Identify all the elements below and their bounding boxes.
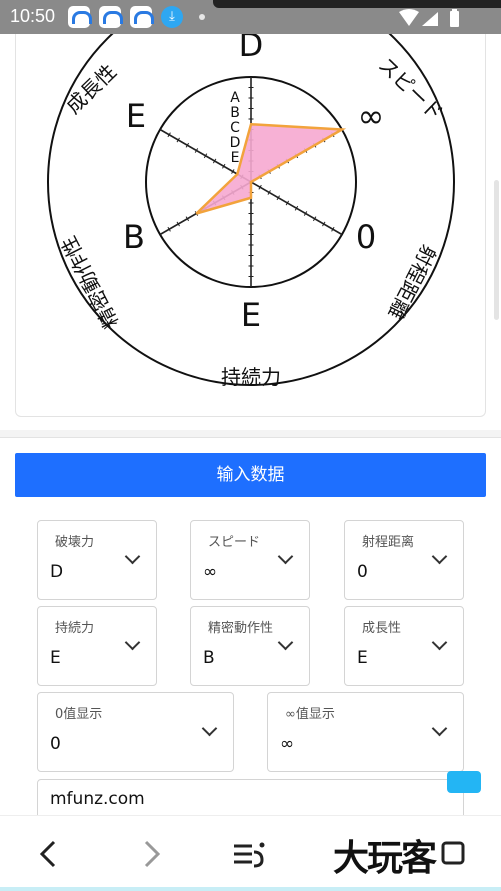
chevron-down-icon — [124, 634, 141, 651]
chevron-down-icon — [277, 548, 294, 565]
field-value: E — [357, 648, 368, 668]
radar-axis-name: 射程距離 — [383, 241, 441, 323]
chevron-down-icon — [431, 720, 448, 737]
field-value: 0 — [357, 562, 368, 582]
chevron-down-icon — [124, 548, 141, 565]
range-select[interactable]: 射程距离 0 — [344, 520, 464, 600]
field-value: E — [50, 648, 61, 668]
more-notifications-dot-icon — [199, 14, 205, 20]
radar-axis-name: 持続力 — [221, 365, 281, 389]
cell-signal-icon — [422, 12, 438, 26]
download-icon: ⤓ — [161, 6, 183, 28]
zero-display-select[interactable]: 0值显示 0 — [37, 692, 234, 772]
menu-icon[interactable] — [232, 840, 268, 868]
radar-value-polygon — [195, 122, 347, 215]
field-label: ∞值显示 — [285, 707, 335, 722]
field-value: B — [203, 648, 215, 668]
chevron-down-icon — [431, 548, 448, 565]
radar-value-label: E — [241, 296, 261, 334]
wifi-icon — [399, 9, 419, 26]
infinity-display-select[interactable]: ∞值显示 ∞ — [267, 692, 464, 772]
signal-wifi-battery-icon — [399, 9, 459, 27]
destructive-power-select[interactable]: 破壊力 D — [37, 520, 157, 600]
field-label: 精密動作性 — [208, 621, 274, 636]
app-notification-icon — [130, 6, 154, 28]
radar-value-label: E — [126, 97, 146, 135]
radar-scale-letter: A — [230, 90, 240, 106]
radar-axis-name: スピード — [374, 53, 448, 126]
page-scrollbar[interactable] — [494, 180, 499, 320]
field-label: 破壊力 — [55, 535, 95, 550]
field-value: ∞ — [280, 734, 295, 754]
radar-scale-letter: D — [230, 135, 241, 151]
field-value: D — [50, 562, 64, 582]
input-data-button[interactable]: 输入数据 — [15, 453, 486, 497]
floating-action-button[interactable] — [447, 771, 481, 793]
stand-radar-chart: ABCDE D∞0EBE スピード射程距離持続力精密動作性成長性 — [47, 34, 455, 389]
field-label: 0值显示 — [55, 707, 103, 722]
radar-scale-letters: ABCDE — [230, 90, 241, 166]
radar-scale-letter: C — [230, 120, 240, 136]
battery-icon — [450, 11, 459, 27]
chevron-down-icon — [277, 634, 294, 651]
radar-value-label: ∞ — [358, 97, 385, 135]
persistence-select[interactable]: 持続力 E — [37, 606, 157, 686]
precision-select[interactable]: 精密動作性 B — [190, 606, 310, 686]
radar-chart-card: ABCDE D ∞ 0 E B E スピード 射程距離 持続力 精密動作性 成長性 — [15, 34, 486, 417]
growth-select[interactable]: 成長性 E — [344, 606, 464, 686]
radar-scale-letter: B — [230, 105, 240, 121]
speed-select[interactable]: スピード ∞ — [190, 520, 310, 600]
chevron-down-icon — [201, 720, 218, 737]
site-name-input[interactable]: mfunz.com — [37, 779, 464, 819]
field-value: 0 — [50, 734, 61, 754]
field-label: スピード — [208, 535, 261, 550]
app-notification-icon — [68, 6, 92, 28]
field-label: 成長性 — [362, 621, 402, 636]
radar-scale-letter: E — [231, 150, 240, 166]
status-bar: 10:50 ⤓ — [0, 0, 501, 34]
field-value: ∞ — [203, 562, 218, 582]
status-time: 10:50 — [10, 6, 56, 26]
status-notch — [213, 0, 501, 8]
gesture-bar — [0, 887, 501, 891]
radar-value-label: D — [239, 34, 264, 64]
forward-icon[interactable] — [140, 840, 162, 868]
radar-axis-name: 精密動作性 — [56, 232, 123, 332]
radar-value-label: 0 — [356, 218, 376, 256]
back-icon[interactable] — [38, 840, 60, 868]
tabs-icon[interactable] — [440, 840, 466, 866]
watermark-logo: 大玩客 — [333, 837, 437, 879]
app-notification-icon — [99, 6, 123, 28]
radar-axis-names: スピード射程距離持続力精密動作性成長性 — [56, 53, 448, 389]
field-label: 射程距离 — [362, 535, 415, 550]
field-label: 持続力 — [55, 621, 95, 636]
radar-value-label: B — [123, 218, 145, 256]
chevron-down-icon — [431, 634, 448, 651]
